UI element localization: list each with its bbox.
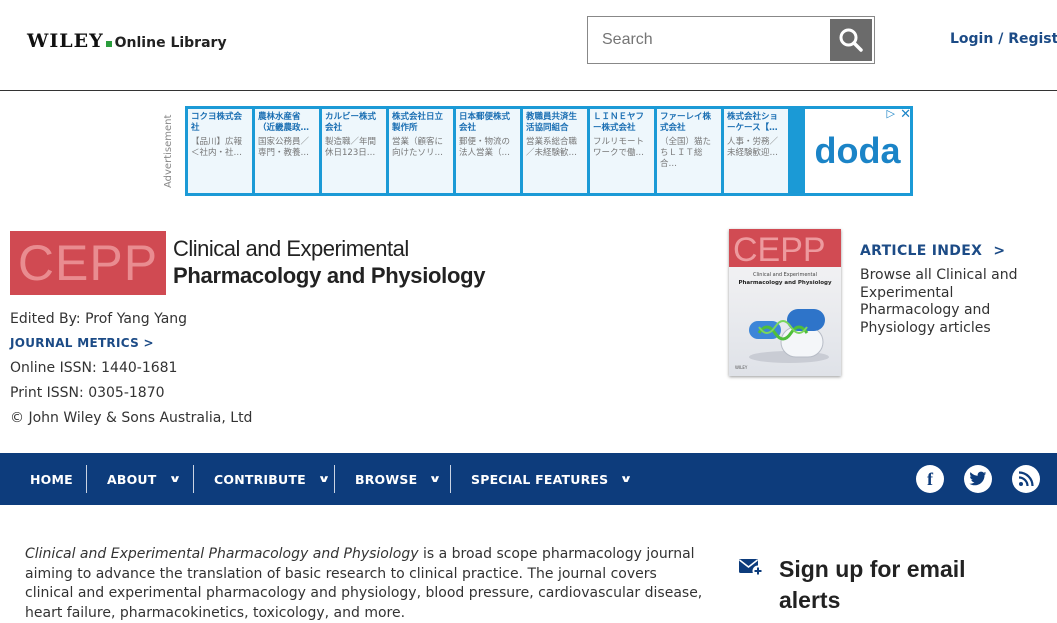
rss-icon[interactable] xyxy=(1012,465,1040,493)
article-index-link[interactable]: ARTICLE INDEX > xyxy=(860,243,1005,259)
nav-browse[interactable]: BROWSE ∨ xyxy=(355,453,443,505)
email-alerts-title[interactable]: Sign up for email alerts xyxy=(779,554,1009,616)
twitter-bird-icon xyxy=(969,471,987,486)
search-input[interactable] xyxy=(588,18,828,62)
ad-cell-title: ＬＩＮＥヤフー株式会社 xyxy=(593,112,645,133)
ad-cell-subtitle: 郵便・物流の法人営業（… xyxy=(459,137,511,158)
journal-logo[interactable]: CEPP xyxy=(10,231,166,295)
ad-cell-subtitle: 営業系総合職／未経験歓… xyxy=(526,137,578,158)
ad-cell-subtitle: 【品川】広報＜社内・社… xyxy=(191,137,243,158)
journal-title-line1: Clinical and Experimental xyxy=(173,236,409,261)
ad-cell-title: 農林水産省（近畿農政… xyxy=(258,112,310,133)
chevron-down-icon: ∨ xyxy=(317,473,331,485)
nav-special-features[interactable]: SPECIAL FEATURES ∨ xyxy=(471,453,634,505)
main-navigation: HOME ABOUT ∨ CONTRIBUTE ∨ BROWSE ∨ SPECIAL … xyxy=(0,453,1057,505)
ad-cell-subtitle: フルリモートワークで働… xyxy=(593,137,645,158)
journal-title-line2: Pharmacology and Physiology xyxy=(173,263,486,288)
chevron-down-icon: ∨ xyxy=(168,473,182,485)
ad-choices-icon[interactable]: ▷ xyxy=(887,107,895,120)
capsule-illustration xyxy=(749,309,829,363)
copyright: © John Wiley & Sons Australia, Ltd xyxy=(10,410,253,426)
edited-by: Edited By: Prof Yang Yang xyxy=(10,311,188,327)
logo-dot xyxy=(105,41,112,47)
search-icon xyxy=(839,28,863,52)
ad-cell-title: 日本郵便株式会社 xyxy=(459,112,511,133)
journal-cover-image[interactable]: CEPP Clinical and Experimental Pharmacol… xyxy=(729,229,841,376)
ad-brand-logo[interactable]: doda xyxy=(805,109,910,193)
nav-divider xyxy=(450,465,451,493)
ad-cell-title: 教職員共済生活協同組合 xyxy=(526,112,578,133)
ad-cell-title: コクヨ株式会社 xyxy=(191,112,243,133)
ad-cell-title: 株式会社ショーケース【… xyxy=(727,112,779,133)
online-issn: Online ISSN: 1440-1681 xyxy=(10,360,178,376)
ad-cell[interactable]: ファーレイ株式会社 （全国）猫たちＬＩＴ総合… xyxy=(657,109,721,193)
nav-divider xyxy=(193,465,194,493)
chevron-down-icon: ∨ xyxy=(428,473,443,485)
ad-cell[interactable]: 教職員共済生活協同組合 営業系総合職／未経験歓… xyxy=(523,109,587,193)
ad-cell[interactable]: 農林水産省（近畿農政… 国家公務員／専門・教養… xyxy=(255,109,319,193)
ad-cell-subtitle: 人事・労務／未経験歓迎… xyxy=(727,137,779,158)
nav-home-label: HOME xyxy=(30,471,73,487)
ad-cell-subtitle: （全国）猫たちＬＩＴ総合… xyxy=(660,137,712,169)
ad-close-icon[interactable]: ✕ xyxy=(900,107,911,122)
ad-cell[interactable]: 株式会社日立製作所 営業（顧客に向けたソリ… xyxy=(389,109,453,193)
site-header: WILEY Online Library Login / Register xyxy=(0,0,1057,91)
facebook-glyph: f xyxy=(927,468,933,489)
ad-cell[interactable]: 株式会社ショーケース【… 人事・労務／未経験歓迎… xyxy=(724,109,788,193)
ad-cell[interactable]: 日本郵便株式会社 郵便・物流の法人営業（… xyxy=(456,109,520,193)
ad-cell-title: ファーレイ株式会社 xyxy=(660,112,712,133)
advertisement-banner: Advertisement コクヨ株式会社 【品川】広報＜社内・社… 農林水産省（近… xyxy=(163,106,913,196)
article-index-label: ARTICLE INDEX xyxy=(860,243,983,259)
ad-cell-subtitle: 国家公務員／専門・教養… xyxy=(258,137,310,158)
email-plus-icon xyxy=(739,559,764,577)
wiley-logo[interactable]: WILEY Online Library xyxy=(27,30,227,52)
journal-description-name: Clinical and Experimental Pharmacology a… xyxy=(25,546,419,562)
search-box xyxy=(587,16,875,64)
nav-home[interactable]: HOME xyxy=(30,453,73,505)
nav-divider xyxy=(86,465,87,493)
twitter-icon[interactable] xyxy=(964,465,992,493)
ad-cell[interactable]: カルビー株式会社 製造職／年間休日123日… xyxy=(322,109,386,193)
article-index-arrow: > xyxy=(993,243,1006,259)
nav-special-features-label: SPECIAL FEATURES xyxy=(471,471,609,487)
nav-about[interactable]: ABOUT ∨ xyxy=(107,453,182,505)
nav-contribute-label: CONTRIBUTE xyxy=(214,471,306,487)
journal-description: Clinical and Experimental Pharmacology a… xyxy=(25,545,705,623)
rss-feed-icon xyxy=(1018,471,1034,487)
ad-cell-title: カルビー株式会社 xyxy=(325,112,377,133)
logo-product: Online Library xyxy=(114,35,227,51)
nav-browse-label: BROWSE xyxy=(355,471,418,487)
ad-cell-subtitle: 製造職／年間休日123日… xyxy=(325,137,377,158)
nav-divider xyxy=(334,465,335,493)
search-button[interactable] xyxy=(830,19,872,61)
logo-brand: WILEY xyxy=(27,30,104,52)
chevron-down-icon: ∨ xyxy=(619,473,634,485)
article-index-description[interactable]: Browse all Clinical and Experimental Pha… xyxy=(860,267,1055,337)
journal-metrics-link[interactable]: JOURNAL METRICS > xyxy=(10,336,154,350)
facebook-icon[interactable]: f xyxy=(916,465,944,493)
nav-contribute[interactable]: CONTRIBUTE ∨ xyxy=(214,453,331,505)
ad-cell[interactable]: ＬＩＮＥヤフー株式会社 フルリモートワークで働… xyxy=(590,109,654,193)
nav-about-label: ABOUT xyxy=(107,471,157,487)
login-register-link[interactable]: Login / Register xyxy=(950,31,1057,47)
print-issn: Print ISSN: 0305-1870 xyxy=(10,385,165,401)
ad-cell[interactable]: コクヨ株式会社 【品川】広報＜社内・社… xyxy=(188,109,252,193)
ad-cell-title: 株式会社日立製作所 xyxy=(392,112,444,133)
cover-footer: WILEY xyxy=(735,365,748,370)
ad-box[interactable]: コクヨ株式会社 【品川】広報＜社内・社… 農林水産省（近畿農政… 国家公務員／専門・教… xyxy=(185,106,913,196)
ad-cell-subtitle: 営業（顧客に向けたソリ… xyxy=(392,137,444,158)
ad-label: Advertisement xyxy=(163,114,174,188)
